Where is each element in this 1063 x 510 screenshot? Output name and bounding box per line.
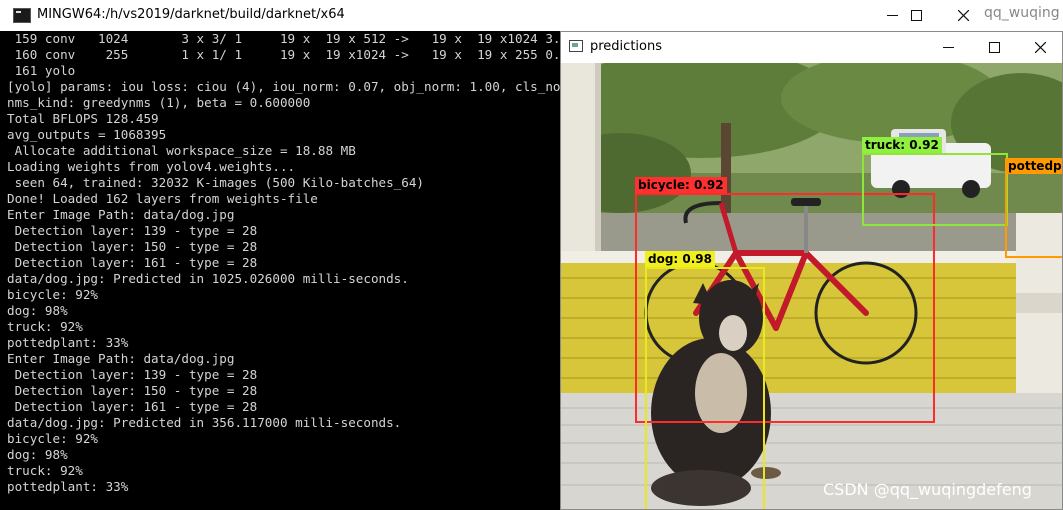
terminal-close-button[interactable] — [940, 0, 985, 31]
predictions-close-button[interactable] — [1017, 32, 1062, 63]
terminal-app-icon — [13, 8, 31, 23]
prediction-image: bicycle: 0.92 dog: 0.98 truck: 0.92 pott… — [561, 63, 1062, 509]
predictions-titlebar[interactable]: predictions — [561, 32, 1062, 63]
pottedplant-detection-box: pottedpla — [1005, 158, 1062, 258]
csdn-watermark: CSDN @qq_wuqingdefeng — [823, 480, 1032, 499]
predictions-window[interactable]: predictions bicycle: 0.92 dog: 0.98 truc… — [560, 31, 1063, 510]
background-window-label: qq_wuqing — [984, 5, 1060, 21]
maximize-icon — [910, 10, 922, 21]
maximize-icon — [988, 42, 1000, 53]
terminal-maximize-button[interactable] — [893, 0, 939, 31]
close-icon — [1034, 42, 1046, 53]
predictions-title: predictions — [590, 39, 662, 54]
predictions-maximize-button[interactable] — [971, 32, 1017, 63]
truck-detection-box: truck: 0.92 — [862, 137, 1008, 226]
terminal-titlebar[interactable]: MINGW64:/h/vs2019/darknet/build/darknet/… — [0, 0, 985, 31]
dog-detection-label: dog: 0.98 — [645, 251, 716, 267]
truck-detection-label: truck: 0.92 — [862, 137, 942, 153]
dog-detection-box: dog: 0.98 — [645, 251, 765, 509]
predictions-minimize-button[interactable] — [925, 32, 971, 63]
bicycle-detection-label: bicycle: 0.92 — [635, 177, 727, 193]
pottedplant-detection-label: pottedpla — [1005, 158, 1062, 174]
close-icon — [957, 10, 969, 21]
image-window-icon — [569, 40, 583, 52]
terminal-title: MINGW64:/h/vs2019/darknet/build/darknet/… — [37, 7, 345, 22]
minimize-icon — [942, 47, 954, 48]
